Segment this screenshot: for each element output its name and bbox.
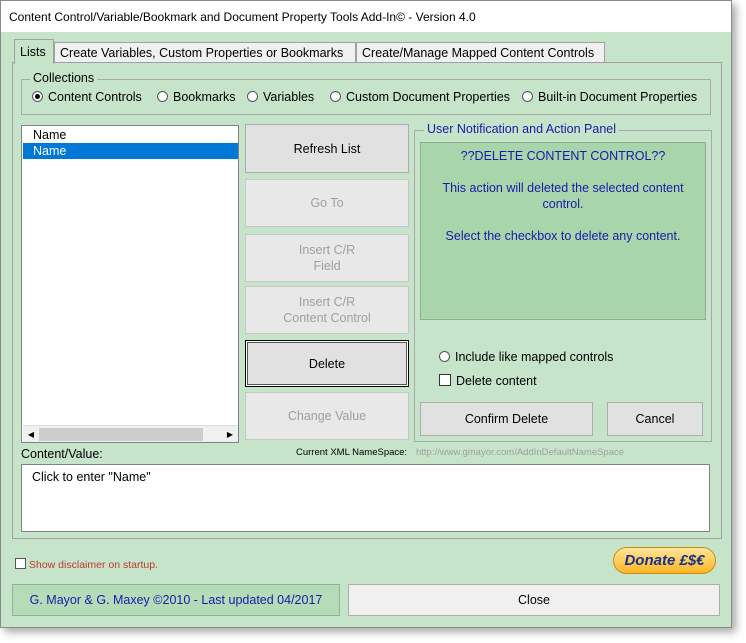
- scroll-thumb[interactable]: [39, 428, 203, 441]
- donate-button[interactable]: Donate £$€: [613, 547, 716, 574]
- tab-label: Lists: [20, 45, 46, 59]
- checkbox-icon: [15, 558, 26, 569]
- button-label-line: Insert C/R: [298, 295, 356, 309]
- radio-content-controls[interactable]: Content Controls: [32, 90, 142, 104]
- window-title: Content Control/Variable/Bookmark and Do…: [9, 10, 476, 24]
- cancel-button[interactable]: Cancel: [607, 402, 703, 436]
- insert-field-button[interactable]: Insert C/R Field: [245, 234, 409, 282]
- title-bar: Content Control/Variable/Bookmark and Do…: [1, 1, 731, 32]
- button-label-line: Content Control: [283, 311, 371, 325]
- scroll-left-icon[interactable]: ◀: [24, 428, 38, 441]
- xml-namespace-label: Current XML NameSpace:: [296, 447, 408, 458]
- list-item[interactable]: Name: [23, 127, 238, 143]
- radio-icon: [157, 91, 168, 102]
- radio-icon: [330, 91, 341, 102]
- go-to-button[interactable]: Go To: [245, 179, 409, 227]
- radio-label: Variables: [263, 90, 315, 104]
- disclaimer-checkbox[interactable]: Show disclaimer on startup.: [15, 558, 158, 571]
- insert-content-control-button[interactable]: Insert C/R Content Control: [245, 286, 409, 334]
- button-label-line: Field: [313, 259, 341, 273]
- notification-line: Select the checkbox to delete any conten…: [445, 229, 681, 243]
- radio-label: Built-in Document Properties: [538, 90, 698, 104]
- radio-icon: [247, 91, 258, 102]
- items-listbox[interactable]: Name Name ◀ ▶: [21, 125, 239, 443]
- notification-line: This action will deleted the selected co…: [442, 181, 684, 195]
- radio-bookmarks[interactable]: Bookmarks: [157, 90, 236, 104]
- horizontal-scrollbar[interactable]: ◀ ▶: [23, 425, 238, 442]
- radio-label: Include like mapped controls: [455, 350, 614, 364]
- delete-content-checkbox[interactable]: Delete content: [439, 374, 537, 388]
- credits-button[interactable]: G. Mayor & G. Maxey ©2010 - Last updated…: [12, 584, 340, 616]
- tab-label: Create Variables, Custom Properties or B…: [60, 46, 344, 60]
- checkbox-label: Delete content: [456, 374, 537, 388]
- list-item-selected[interactable]: Name: [23, 143, 238, 159]
- close-button[interactable]: Close: [348, 584, 720, 616]
- xml-namespace-value: http://www.gmayor.com/AddInDefaultNameSp…: [416, 447, 625, 458]
- tab-create-variables[interactable]: Create Variables, Custom Properties or B…: [54, 42, 356, 63]
- tab-label: Create/Manage Mapped Content Controls: [362, 46, 595, 60]
- scroll-right-icon[interactable]: ▶: [223, 428, 237, 441]
- tab-mapped-content-controls[interactable]: Create/Manage Mapped Content Controls: [356, 42, 605, 63]
- radio-icon: [522, 91, 533, 102]
- content-value-input[interactable]: Click to enter "Name": [21, 464, 710, 532]
- radio-builtin-document-properties[interactable]: Built-in Document Properties: [522, 90, 697, 104]
- radio-label: Bookmarks: [173, 90, 236, 104]
- button-label-line: Insert C/R: [298, 243, 356, 257]
- tab-lists[interactable]: Lists: [14, 39, 54, 64]
- notification-heading: ??DELETE CONTENT CONTROL??: [460, 149, 666, 163]
- change-value-button[interactable]: Change Value: [245, 392, 409, 440]
- checkbox-icon: [439, 374, 451, 386]
- dialog-window: Content Control/Variable/Bookmark and Do…: [0, 0, 732, 628]
- content-value-label: Content/Value:: [21, 447, 103, 461]
- radio-icon: [439, 351, 450, 362]
- notification-panel-legend: User Notification and Action Panel: [424, 122, 619, 136]
- include-mapped-radio[interactable]: Include like mapped controls: [439, 350, 613, 364]
- notification-message-box: ??DELETE CONTENT CONTROL?? This action w…: [420, 142, 706, 320]
- confirm-delete-button[interactable]: Confirm Delete: [420, 402, 593, 436]
- radio-label: Custom Document Properties: [346, 90, 510, 104]
- radio-custom-document-properties[interactable]: Custom Document Properties: [330, 90, 510, 104]
- collections-legend: Collections: [30, 71, 98, 85]
- radio-selected-icon: [32, 91, 43, 102]
- delete-button[interactable]: Delete: [245, 340, 409, 387]
- radio-variables[interactable]: Variables: [247, 90, 314, 104]
- refresh-list-button[interactable]: Refresh List: [245, 124, 409, 173]
- radio-label: Content Controls: [48, 90, 142, 104]
- notification-line: control.: [542, 197, 584, 211]
- checkbox-label: Show disclaimer on startup.: [29, 559, 158, 571]
